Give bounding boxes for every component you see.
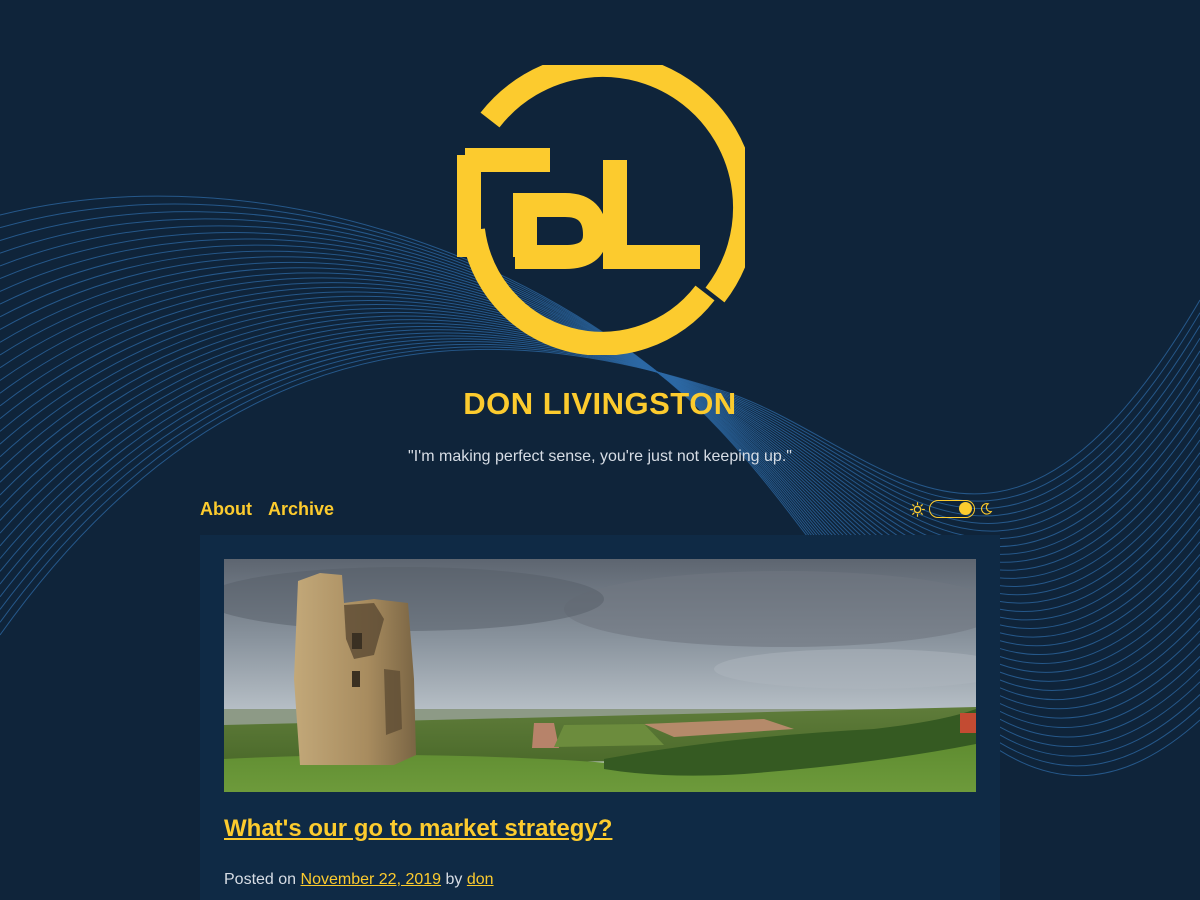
site-logo[interactable] bbox=[455, 53, 757, 356]
theme-switch[interactable] bbox=[929, 500, 975, 518]
site-title[interactable]: DON LIVINGSTON bbox=[0, 384, 1200, 424]
sun-icon bbox=[910, 501, 925, 517]
wave-line bbox=[0, 319, 1200, 571]
wave-line bbox=[0, 322, 1200, 563]
main-nav: About Archive bbox=[200, 496, 334, 522]
nav-item-archive[interactable]: Archive bbox=[268, 496, 334, 522]
post-author-link[interactable]: don bbox=[467, 871, 494, 888]
theme-toggle[interactable] bbox=[910, 498, 996, 520]
wave-line bbox=[0, 329, 1200, 548]
post-hero-image[interactable] bbox=[224, 559, 976, 792]
post-date-link[interactable]: November 22, 2019 bbox=[301, 871, 442, 888]
theme-switch-knob bbox=[959, 502, 972, 515]
post-meta-by: by bbox=[445, 871, 463, 888]
post-meta: Posted on November 22, 2019 by don bbox=[224, 869, 494, 891]
site-tagline: "I'm making perfect sense, you're just n… bbox=[408, 448, 792, 465]
post-meta-prefix: Posted on bbox=[224, 871, 297, 888]
post-card: What's our go to market strategy? Posted… bbox=[200, 535, 1000, 900]
wave-line bbox=[0, 325, 1200, 555]
dl-logo-mark bbox=[457, 53, 757, 356]
moon-icon bbox=[981, 503, 993, 515]
page: DON LIVINGSTON "I'm making perfect sense… bbox=[0, 0, 1200, 900]
post-title-link[interactable]: What's our go to market strategy? bbox=[224, 813, 612, 845]
nav-item-about[interactable]: About bbox=[200, 496, 252, 522]
